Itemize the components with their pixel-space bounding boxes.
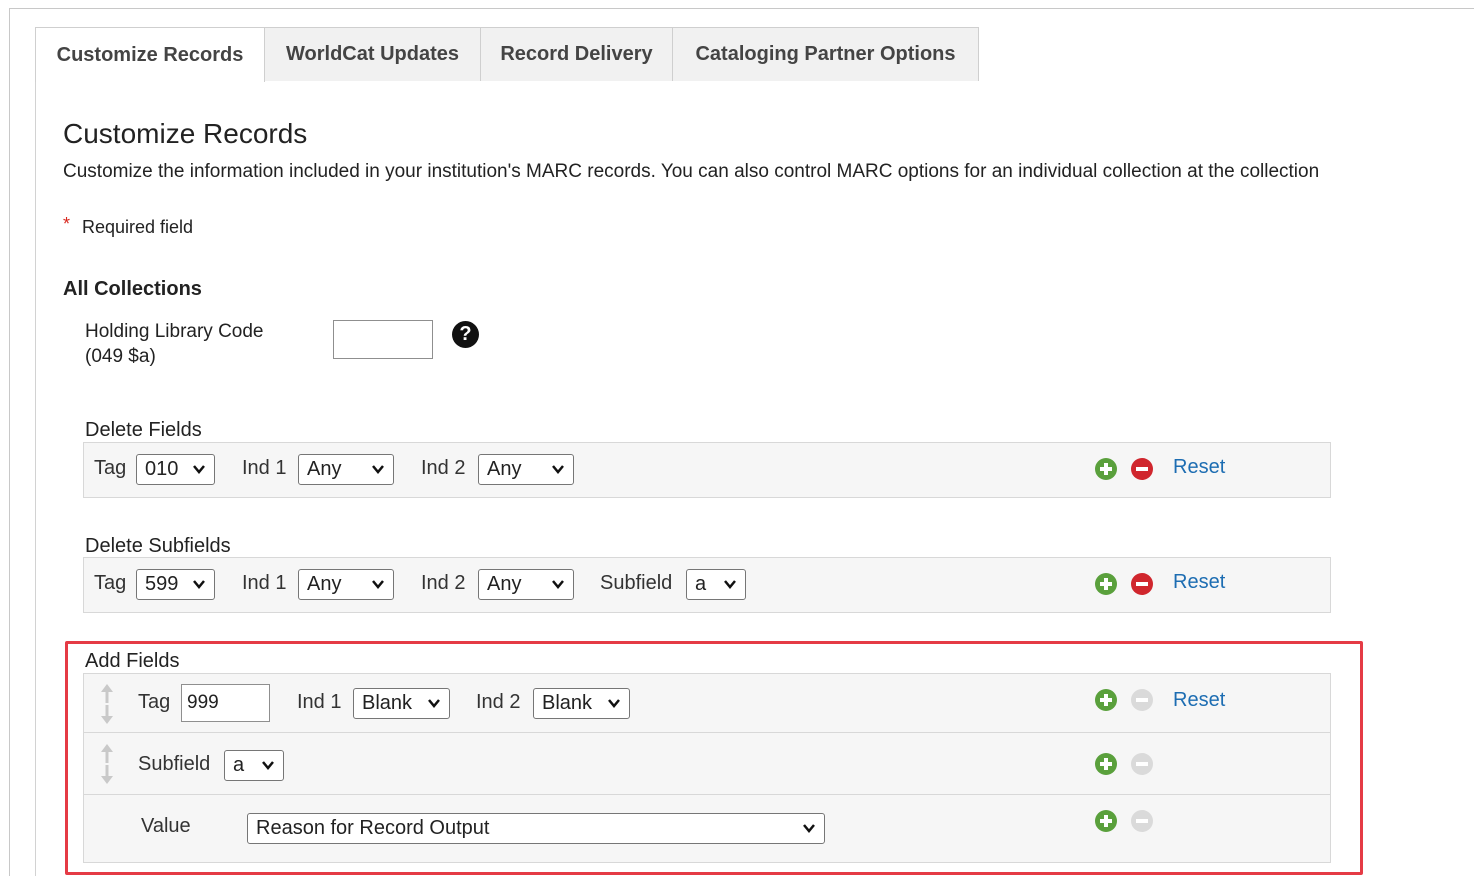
required-asterisk: * [63, 214, 71, 234]
delete-subfields-row: Tag 599 Ind 1 Any Ind 2 Any Subfield a R… [83, 557, 1331, 613]
tab-bar: Customize Records WorldCat Updates Recor… [35, 27, 1474, 82]
tag-select[interactable]: 599 [136, 569, 215, 600]
remove-icon[interactable] [1131, 458, 1153, 480]
chevron-down-icon [193, 465, 205, 474]
tag-label: Tag [94, 457, 127, 479]
ind1-select[interactable]: Any [298, 454, 394, 485]
tag-select-value: 010 [145, 458, 179, 480]
ind2-select[interactable]: Any [478, 454, 574, 485]
ind1-select-value: Any [307, 573, 342, 595]
page-title: Customize Records [63, 118, 308, 149]
remove-icon[interactable] [1131, 573, 1153, 595]
ind2-label: Ind 2 [421, 572, 466, 594]
ind1-select-value: Any [307, 458, 342, 480]
required-field-note: Required field [82, 217, 194, 237]
add-icon[interactable] [1095, 573, 1117, 595]
chevron-down-icon [372, 580, 384, 589]
chevron-down-icon [372, 465, 384, 474]
tab-customize-records[interactable]: Customize Records [35, 27, 265, 82]
help-icon[interactable]: ? [452, 321, 479, 348]
all-collections-heading: All Collections [63, 278, 202, 300]
chevron-down-icon [552, 580, 564, 589]
frame-top-border [9, 8, 1474, 9]
reset-link[interactable]: Reset [1173, 571, 1225, 594]
chevron-down-icon [724, 580, 736, 589]
delete-fields-row: Tag 010 Ind 1 Any Ind 2 Any Reset [83, 442, 1331, 498]
holding-library-code-label: Holding Library Code [85, 321, 264, 342]
subfield-select-value: a [695, 573, 707, 595]
chevron-down-icon [193, 580, 205, 589]
subfield-label: Subfield [600, 572, 673, 594]
subfield-select[interactable]: a [686, 569, 746, 600]
tab-worldcat-updates[interactable]: WorldCat Updates [264, 27, 481, 81]
delete-fields-label: Delete Fields [85, 419, 202, 441]
page-description: Customize the information included in yo… [63, 161, 1320, 182]
ind2-select[interactable]: Any [478, 569, 574, 600]
tag-select-value: 599 [145, 573, 179, 595]
ind1-label: Ind 1 [242, 457, 287, 479]
ind1-label: Ind 1 [242, 572, 287, 594]
ind2-label: Ind 2 [421, 457, 466, 479]
ind2-select-value: Any [487, 458, 522, 480]
chevron-down-icon [552, 465, 564, 474]
tag-select[interactable]: 010 [136, 454, 215, 485]
tag-label: Tag [94, 572, 127, 594]
holding-library-code-sublabel: (049 $a) [85, 346, 156, 367]
highlight-box [65, 641, 1363, 875]
reset-link[interactable]: Reset [1173, 456, 1225, 479]
tab-cataloging-partner-options[interactable]: Cataloging Partner Options [672, 27, 979, 81]
ind2-select-value: Any [487, 573, 522, 595]
holding-library-code-input[interactable] [333, 320, 433, 359]
frame-left-border [9, 8, 10, 876]
tab-record-delivery[interactable]: Record Delivery [480, 27, 673, 81]
ind1-select[interactable]: Any [298, 569, 394, 600]
delete-subfields-label: Delete Subfields [85, 535, 231, 557]
add-icon[interactable] [1095, 458, 1117, 480]
